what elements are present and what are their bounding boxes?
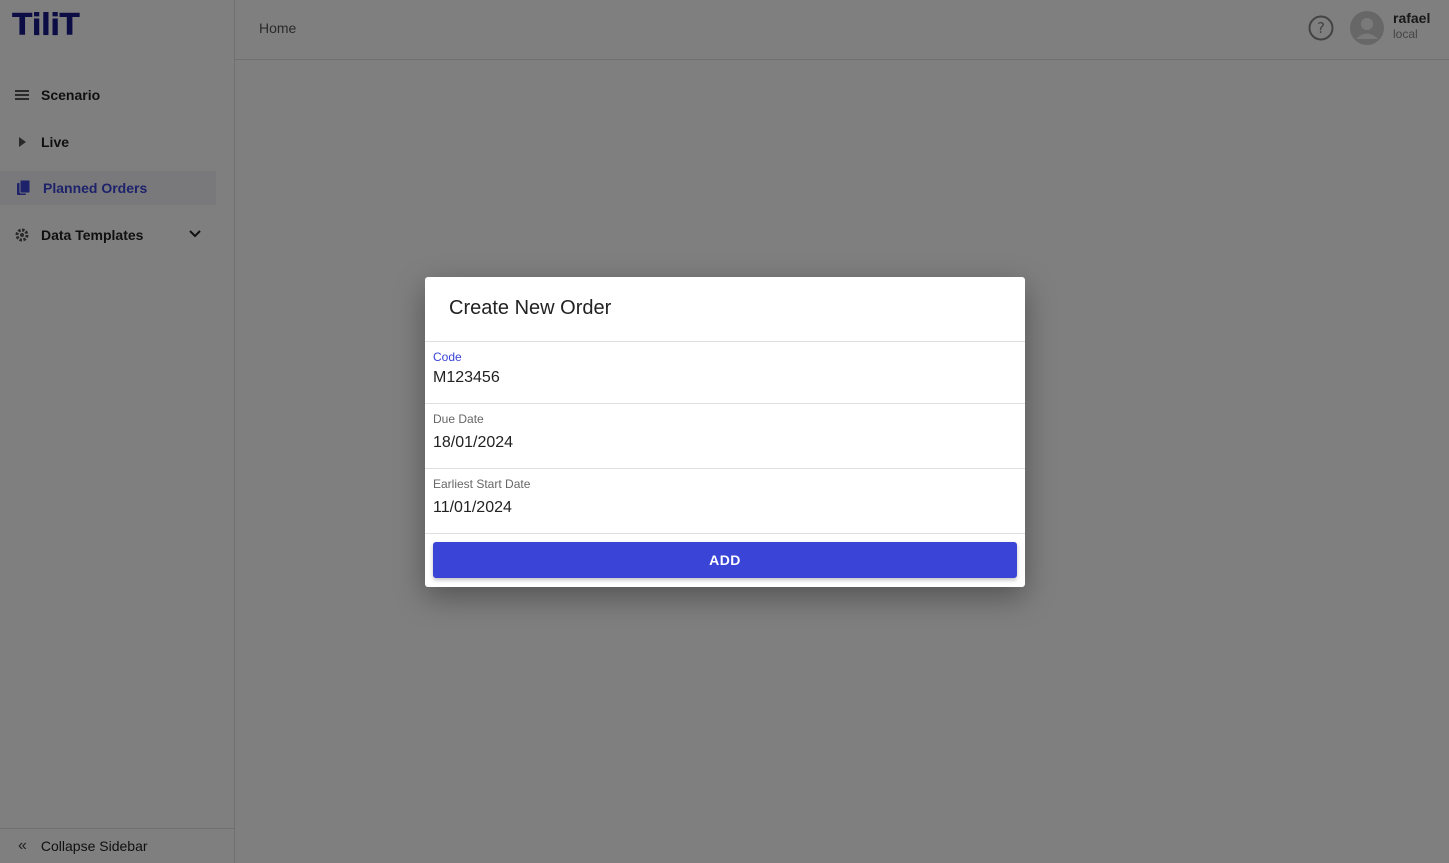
dialog-title: Create New Order [449,297,612,319]
earliest-start-date-label: Earliest Start Date [433,477,531,491]
code-field[interactable] [433,369,1013,387]
code-label: Code [433,350,462,364]
app-root: TiliT Scenario Live Planned Orders Data … [0,0,1449,863]
divider [425,533,1025,534]
earliest-start-date-field[interactable] [433,499,1013,517]
divider [425,468,1025,469]
due-date-field[interactable] [433,434,1013,452]
add-button[interactable]: ADD [433,542,1017,578]
create-order-dialog: Create New Order Code Due Date Earliest … [425,277,1025,587]
divider [425,341,1025,342]
due-date-label: Due Date [433,412,484,426]
divider [425,403,1025,404]
